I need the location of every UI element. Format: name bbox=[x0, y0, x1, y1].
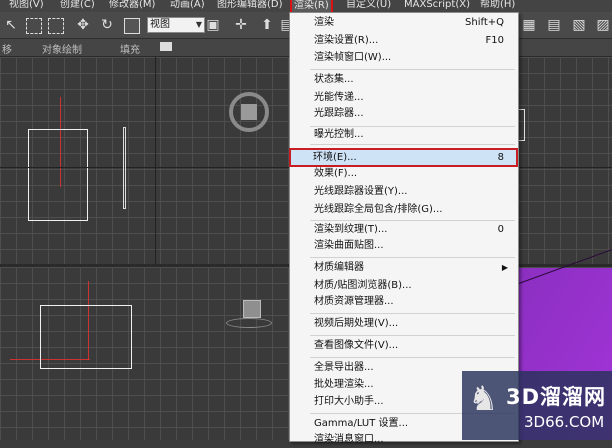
menu-separator bbox=[310, 144, 515, 145]
menu-item-render-surface-map[interactable]: 渲染曲面贴图... bbox=[292, 238, 516, 254]
rotate-icon[interactable]: ↻ bbox=[98, 16, 116, 34]
viewport-object-box[interactable] bbox=[40, 305, 132, 369]
ribbon-tab-populate[interactable]: 填充 bbox=[120, 41, 140, 56]
menu-separator bbox=[310, 313, 515, 314]
menu-animation[interactable]: 动画(A) bbox=[170, 0, 205, 11]
grid-axis-line-v bbox=[155, 57, 156, 265]
menu-item-radiosity[interactable]: 光能传递... bbox=[292, 90, 516, 106]
menu-item-state-sets[interactable]: 状态集... bbox=[292, 72, 516, 88]
menu-item-material-explorer[interactable]: 材质资源管理器... bbox=[292, 294, 516, 310]
viewport-object-edge bbox=[123, 127, 126, 209]
menu-item-render-to-texture[interactable]: 渲染到纹理(T)... 0 bbox=[292, 222, 516, 238]
menu-item-light-tracer[interactable]: 光跟踪器... bbox=[292, 106, 516, 122]
menu-separator bbox=[310, 257, 515, 258]
menu-item-rendered-frame-window[interactable]: 渲染帧窗口(W)... bbox=[292, 50, 516, 66]
toolbar-icon-right-4[interactable]: ▨ bbox=[594, 16, 612, 34]
chevron-down-icon: ▼ bbox=[195, 20, 202, 29]
ribbon-tab-object-paint[interactable]: 对象绘制 bbox=[42, 41, 82, 56]
menu-graph-editors[interactable]: 图形编辑器(D) bbox=[217, 0, 283, 11]
menu-create[interactable]: 创建(C) bbox=[60, 0, 95, 11]
menu-separator bbox=[310, 357, 515, 358]
menu-item-raytrace-global-include-exclude[interactable]: 光线跟踪全局包含/排除(G)... bbox=[292, 202, 516, 218]
keyboard-shortcut-icon[interactable]: ⬆ bbox=[258, 16, 276, 34]
menu-view[interactable]: 视图(V) bbox=[9, 0, 44, 11]
menubar: 视图(V) 创建(C) 修改器(M) 动画(A) 图形编辑器(D) 渲染(R) … bbox=[0, 0, 612, 15]
ribbon-toggle-icon[interactable] bbox=[160, 42, 172, 51]
watermark-domain: 3D66.COM bbox=[524, 413, 605, 431]
watermark-brand: 3D溜溜网 bbox=[506, 385, 607, 409]
watermark: ♞ 3D溜溜网 3D66.COM bbox=[462, 371, 612, 440]
menu-customize[interactable]: 自定义(U) bbox=[346, 0, 391, 11]
menu-item-material-editor[interactable]: 材质编辑器 ▶ bbox=[292, 260, 516, 276]
pivot-icon[interactable]: ▣ bbox=[204, 16, 222, 34]
reference-coordinate-select[interactable]: 视图 ▼ bbox=[147, 17, 205, 33]
viewcube-icon[interactable] bbox=[243, 300, 261, 318]
select-region-icon[interactable] bbox=[26, 18, 42, 34]
menu-item-render[interactable]: 渲染 Shift+Q bbox=[292, 15, 516, 31]
menu-help[interactable]: 帮助(H) bbox=[480, 0, 515, 11]
window-crossing-icon[interactable] bbox=[48, 18, 64, 34]
menu-item-effects[interactable]: 效果(F)... bbox=[292, 166, 516, 182]
menu-item-view-image-file[interactable]: 查看图像文件(V)... bbox=[292, 338, 516, 354]
view-select-value: 视图 bbox=[150, 19, 170, 30]
menu-item-video-post[interactable]: 视频后期处理(V)... bbox=[292, 316, 516, 332]
toolbar-icon-right-1[interactable]: ▦ bbox=[520, 16, 538, 34]
viewcube-icon[interactable] bbox=[229, 92, 269, 132]
menu-maxscript[interactable]: MAXScript(X) bbox=[404, 0, 470, 11]
menu-item-raytracer-settings[interactable]: 光线跟踪器设置(Y)... bbox=[292, 184, 516, 200]
toolbar-icon-right-2[interactable]: ▤ bbox=[545, 16, 563, 34]
scale-icon[interactable] bbox=[124, 18, 140, 34]
select-manipulate-icon[interactable]: ✛ bbox=[232, 16, 250, 34]
menu-item-environment[interactable]: 环境(E)... 8 bbox=[289, 148, 518, 167]
menu-item-render-setup[interactable]: 渲染设置(R)... F10 bbox=[292, 33, 516, 49]
viewport-object-box[interactable] bbox=[28, 129, 88, 221]
move-icon[interactable]: ✥ bbox=[74, 16, 92, 34]
viewcube-ring bbox=[226, 318, 272, 328]
toolbar-icon-right-3[interactable]: ▧ bbox=[570, 16, 588, 34]
deer-logo-icon: ♞ bbox=[468, 379, 499, 419]
select-arrow-icon[interactable]: ↖ bbox=[2, 16, 20, 34]
submenu-arrow-icon: ▶ bbox=[501, 263, 508, 272]
menu-modifiers[interactable]: 修改器(M) bbox=[109, 0, 155, 11]
menu-separator bbox=[310, 220, 515, 221]
menu-separator bbox=[310, 335, 515, 336]
menu-item-exposure-control[interactable]: 曝光控制... bbox=[292, 127, 516, 143]
menu-item-material-map-browser[interactable]: 材质/贴图浏览器(B)... bbox=[292, 278, 516, 294]
menu-separator bbox=[310, 69, 515, 70]
ribbon-tab-modeling[interactable]: 移 bbox=[2, 41, 12, 56]
